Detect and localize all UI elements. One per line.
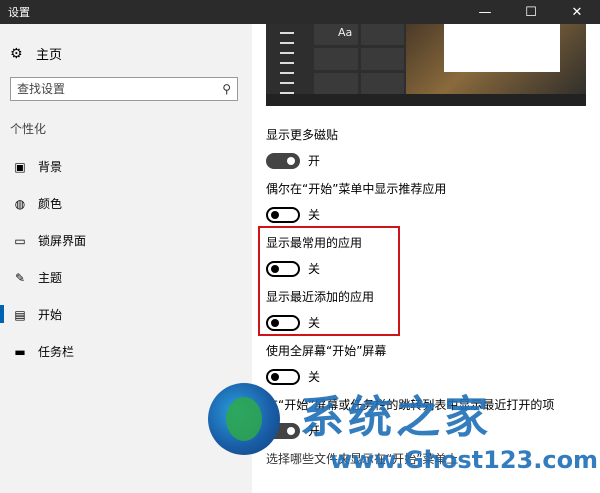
setting-label: 显示更多磁贴 (266, 128, 339, 142)
lock-screen-icon: ▭ (14, 233, 26, 248)
toggle-switch[interactable] (266, 206, 300, 223)
search-input[interactable] (17, 82, 223, 96)
watermark-brand: 系统之家 (300, 392, 492, 443)
title-bar: 设置 — ☐ ✕ (0, 0, 600, 24)
toggle-knob (271, 210, 279, 219)
toggle-state: 开 (308, 154, 321, 168)
watermark-url: www.Ghost123.com (330, 446, 599, 474)
sidebar-item-label: 锁屏界面 (38, 234, 87, 248)
toggle-knob (287, 156, 295, 165)
toggle-knob (271, 372, 279, 381)
home-link[interactable]: ⚙ 主页 (10, 44, 63, 64)
setting-more-tiles: 显示更多磁贴 开 (266, 126, 338, 169)
home-label: 主页 (36, 48, 63, 63)
theme-icon: ✎ (14, 270, 26, 285)
setting-label: 偶尔在“开始”菜单中显示推荐应用 (266, 182, 447, 196)
sidebar-item-label: 开始 (38, 308, 63, 322)
preview-taskbar (266, 94, 586, 106)
highlight-box (258, 226, 400, 336)
preview-menu (274, 24, 306, 94)
sidebar-item-background[interactable]: ▣ 背景 (0, 148, 252, 185)
sidebar-item-label: 任务栏 (38, 345, 75, 359)
sidebar-item-label: 颜色 (38, 197, 63, 211)
toggle-knob (287, 426, 295, 435)
section-title: 个性化 (10, 122, 47, 136)
search-icon[interactable]: ⚲ (222, 82, 231, 96)
toggle-switch[interactable] (266, 152, 300, 169)
nav-list: ▣ 背景 ◍ 颜色 ▭ 锁屏界面 ✎ 主题 ▤ 开始 ▬ 任务栏 (0, 148, 252, 370)
minimize-button[interactable]: — (462, 0, 508, 24)
sidebar-item-label: 主题 (38, 271, 63, 285)
gear-icon: ⚙ (10, 45, 23, 62)
search-box[interactable]: ⚲ (10, 77, 238, 101)
toggle-switch[interactable] (266, 368, 300, 385)
window-title: 设置 (8, 6, 30, 19)
setting-suggestions: 偶尔在“开始”菜单中显示推荐应用 关 (266, 180, 446, 223)
sidebar-item-taskbar[interactable]: ▬ 任务栏 (0, 333, 252, 370)
palette-icon: ◍ (14, 196, 26, 211)
preview-sample-text: Aa (338, 26, 353, 39)
toggle-state: 关 (308, 208, 321, 222)
preview-tiles (314, 24, 404, 94)
start-icon: ▤ (14, 307, 26, 322)
setting-full-screen-start: 使用全屏幕“开始”屏幕 关 (266, 342, 386, 385)
sidebar-item-label: 背景 (38, 160, 63, 174)
setting-label: 使用全屏幕“开始”屏幕 (266, 344, 387, 358)
start-preview: Aa (266, 24, 586, 106)
watermark-logo-icon (208, 383, 280, 455)
sidebar-item-lock-screen[interactable]: ▭ 锁屏界面 (0, 222, 252, 259)
sidebar-item-colors[interactable]: ◍ 颜色 (0, 185, 252, 222)
close-button[interactable]: ✕ (554, 0, 600, 24)
sidebar-item-start[interactable]: ▤ 开始 (0, 296, 252, 333)
picture-icon: ▣ (14, 159, 26, 174)
sidebar-item-themes[interactable]: ✎ 主题 (0, 259, 252, 296)
taskbar-icon: ▬ (14, 344, 26, 359)
maximize-button[interactable]: ☐ (508, 0, 554, 24)
preview-window (444, 24, 560, 72)
